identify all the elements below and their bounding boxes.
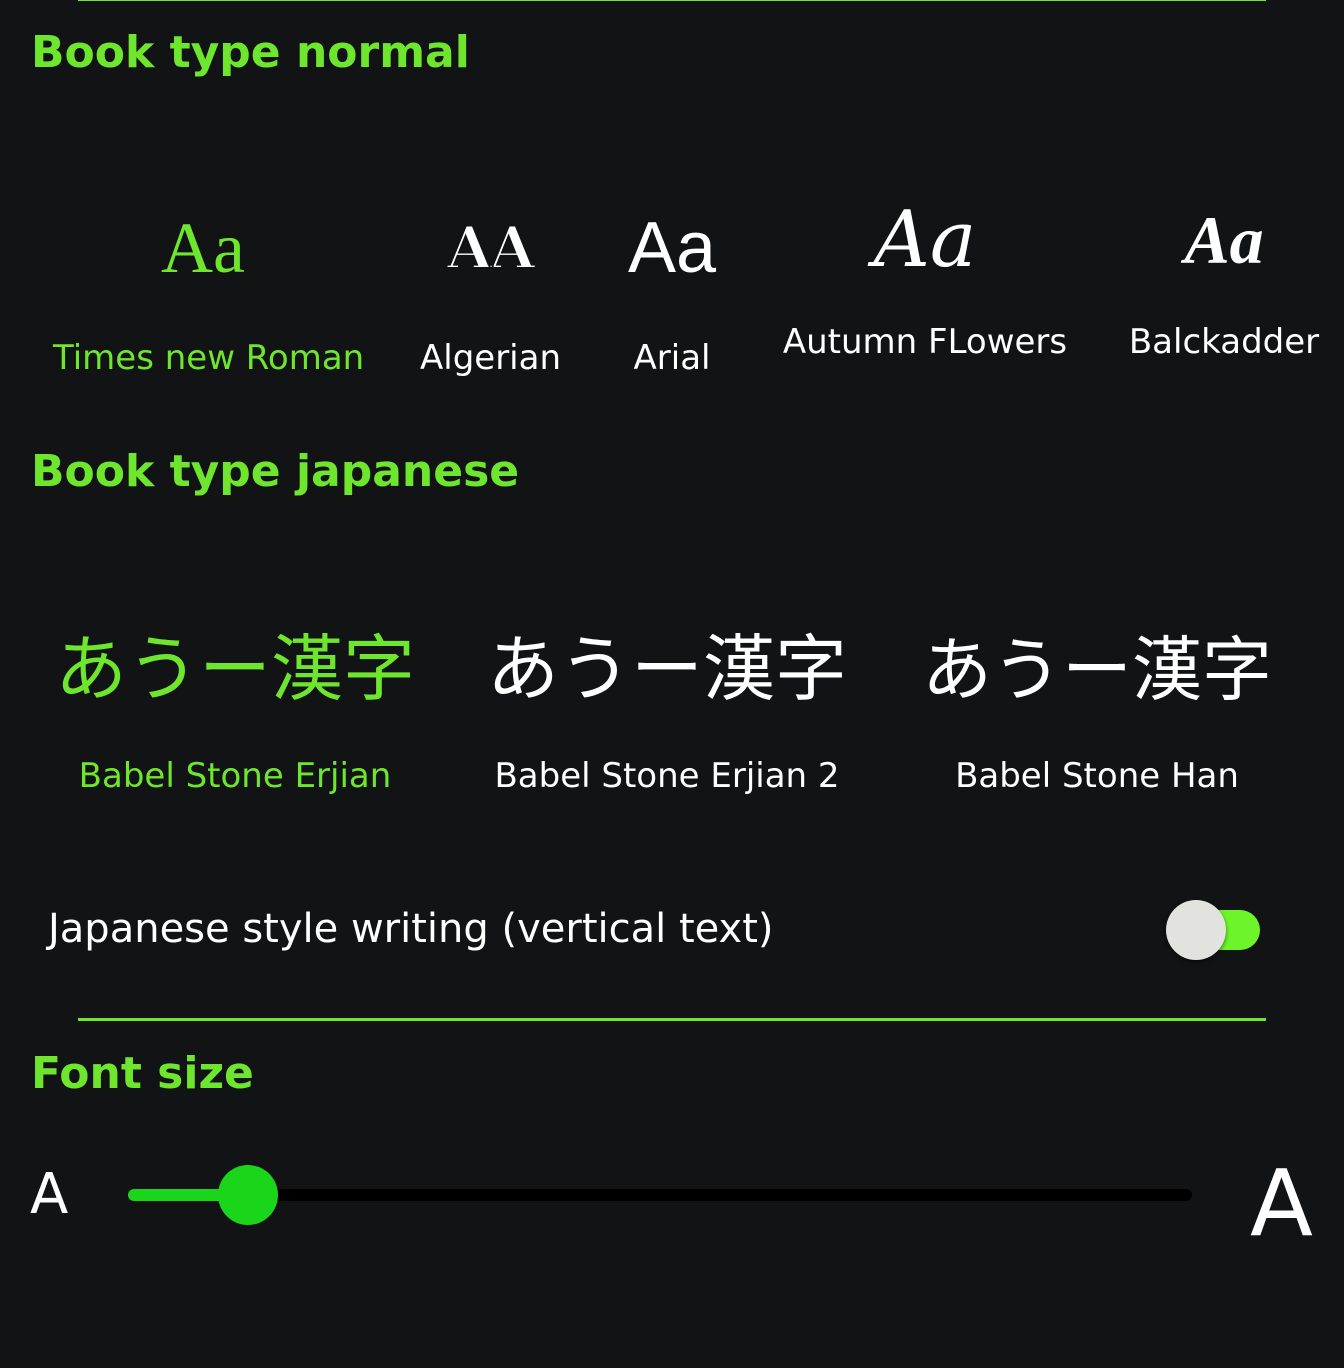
font-option-babel-stone-erjian[interactable]: あうー漢字 Babel Stone Erjian (54, 620, 416, 796)
vertical-text-label: Japanese style writing (vertical text) (48, 906, 774, 952)
book-type-japanese-title: Book type japanese (31, 446, 520, 497)
font-option-times-new-roman[interactable]: Aa Times new Roman (53, 198, 365, 378)
font-label-algerian: Algerian (420, 338, 562, 378)
font-label-babel-stone-han: Babel Stone Han (955, 756, 1239, 796)
slider-track (128, 1189, 1192, 1201)
font-size-max-icon: A (1250, 1150, 1313, 1257)
book-type-normal-title: Book type normal (31, 27, 470, 78)
vertical-text-setting: Japanese style writing (vertical text) (48, 900, 1268, 964)
font-option-arial[interactable]: Aa Arial (612, 198, 732, 378)
font-sample-autumn-flowers: Aa (873, 195, 977, 285)
toggle-thumb (1166, 900, 1226, 960)
section-divider (78, 1018, 1266, 1021)
font-sample-balckadder: Aa (1184, 202, 1264, 278)
font-option-balckadder[interactable]: Aa Balckadder (1128, 198, 1320, 362)
font-label-times-new-roman: Times new Roman (53, 338, 365, 378)
font-sample-babel-stone-erjian: あうー漢字 (54, 630, 415, 710)
font-label-arial: Arial (633, 338, 711, 378)
top-divider (78, 0, 1266, 1)
slider-thumb[interactable] (218, 1165, 279, 1225)
font-option-autumn-flowers[interactable]: Aa Autumn FLowers (780, 198, 1070, 362)
font-option-babel-stone-erjian-2[interactable]: あうー漢字 Babel Stone Erjian 2 (486, 620, 848, 796)
font-label-autumn-flowers: Autumn FLowers (782, 322, 1068, 362)
vertical-text-toggle[interactable] (1166, 900, 1262, 960)
font-size-title: Font size (31, 1048, 254, 1099)
font-label-balckadder: Balckadder (1128, 322, 1320, 362)
font-label-babel-stone-erjian: Babel Stone Erjian (78, 756, 392, 796)
font-sample-algerian: AA (446, 213, 536, 283)
font-label-babel-stone-erjian-2: Babel Stone Erjian 2 (494, 756, 840, 796)
font-sample-babel-stone-erjian-2: あうー漢字 (486, 630, 847, 710)
font-size-slider[interactable] (128, 1164, 1192, 1228)
font-option-babel-stone-han[interactable]: あうー漢字 Babel Stone Han (916, 620, 1278, 796)
font-sample-times-new-roman: Aa (161, 208, 245, 288)
font-sample-arial: Aa (627, 208, 717, 288)
font-sample-babel-stone-han: あうー漢字 (922, 629, 1272, 711)
font-option-algerian[interactable]: AA Algerian (420, 198, 562, 378)
font-size-min-icon: A (30, 1162, 69, 1227)
